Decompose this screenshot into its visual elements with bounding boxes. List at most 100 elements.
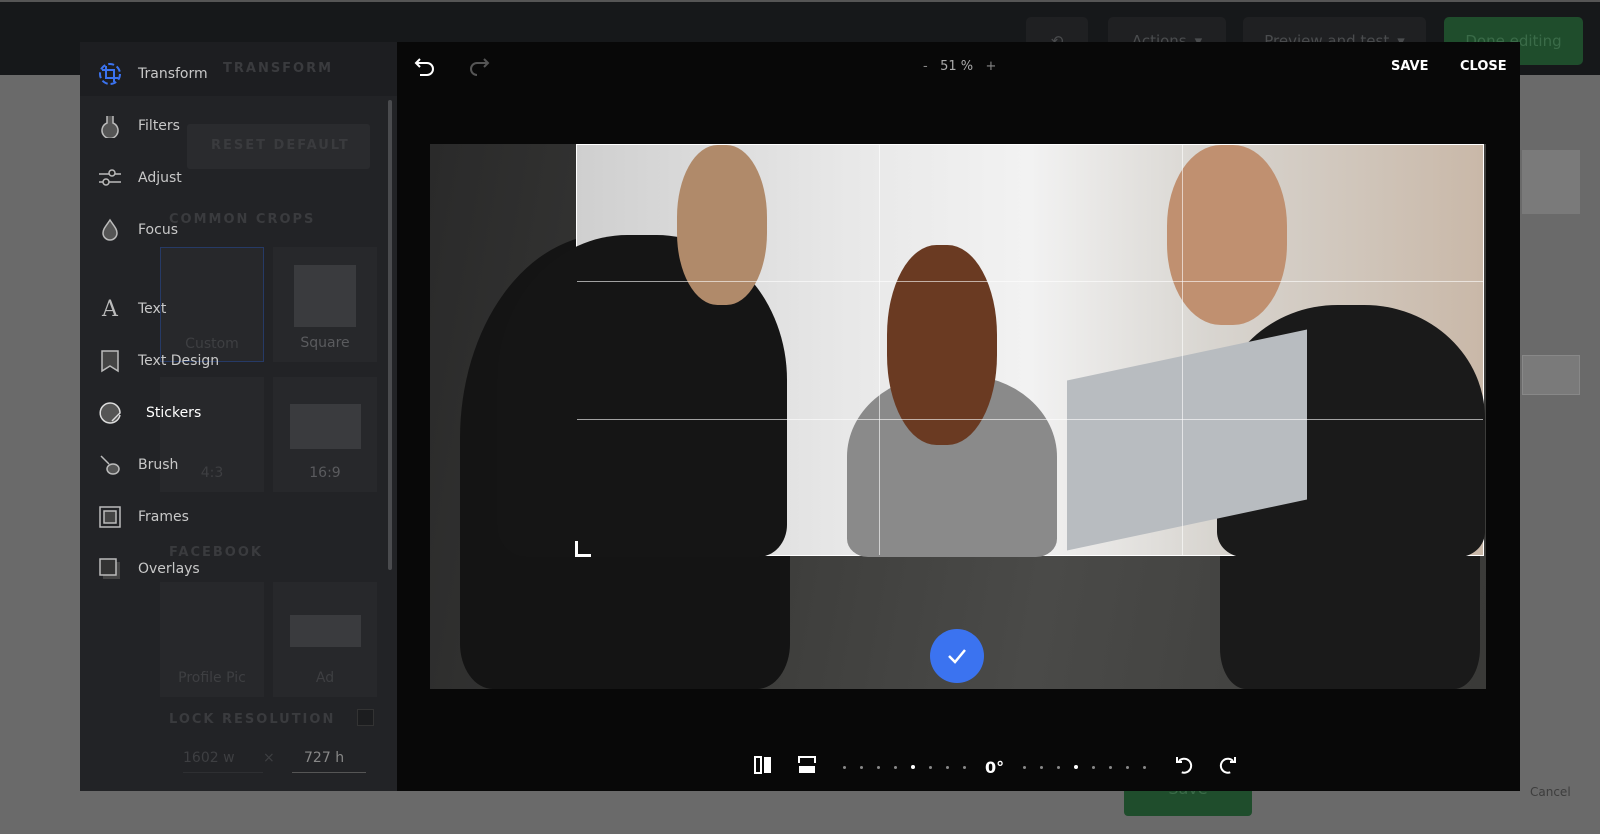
flip-horizontal-icon [754, 756, 771, 774]
tool-label: Frames [138, 509, 189, 525]
frame-icon [98, 505, 122, 529]
rotation-tick [1074, 765, 1079, 769]
crop-label: Ad [315, 670, 335, 686]
brush-icon [98, 453, 122, 477]
crop-custom[interactable]: Custom [160, 247, 264, 362]
tool-focus[interactable]: Focus [98, 215, 178, 245]
tool-brush[interactable]: Brush [98, 450, 178, 480]
redo-button[interactable] [468, 56, 490, 80]
rotate-right-icon [1220, 757, 1237, 774]
undo-button[interactable] [414, 56, 436, 80]
reset-label: RESET DEFAULT [211, 138, 350, 153]
height-unit: h [335, 750, 345, 766]
tool-label: Text [138, 301, 167, 317]
redo-icon [470, 58, 490, 76]
confirm-crop-button[interactable] [930, 629, 984, 683]
rotation-tick [1143, 765, 1147, 769]
lock-resolution-checkbox[interactable] [357, 709, 374, 726]
sidebar-scrollbar[interactable] [388, 100, 392, 570]
times-sign: × [263, 750, 275, 766]
tool-adjust[interactable]: Adjust [98, 163, 182, 193]
tool-text-design[interactable]: Text Design [98, 346, 219, 376]
image-editor: TRANSFORM RESET DEFAULT COMMON CROPS Cus… [80, 42, 1520, 791]
background-field [1522, 355, 1580, 395]
crop-label: 16:9 [309, 465, 341, 481]
tool-label: Brush [138, 457, 179, 473]
rotation-tick [1126, 765, 1130, 769]
ad-preview [290, 615, 361, 647]
rotation-tick [963, 765, 966, 769]
rotation-tick [1057, 765, 1061, 769]
zoom-out-button[interactable]: - [923, 59, 928, 74]
lock-resolution-label: LOCK RESOLUTION [169, 712, 336, 727]
rotation-tick [1109, 765, 1113, 769]
crop-handle[interactable] [575, 541, 591, 557]
crop-label: Profile Pic [178, 670, 246, 686]
rotation-tick [929, 765, 932, 769]
photo-region [887, 245, 997, 445]
panel-title: TRANSFORM [223, 61, 334, 76]
rotate-left-button[interactable] [1175, 755, 1195, 779]
tool-label: Overlays [138, 561, 200, 577]
tool-label: Adjust [138, 170, 182, 186]
rotation-tick [894, 765, 897, 769]
crop-profile-pic[interactable]: Profile Pic [160, 582, 264, 697]
tool-transform[interactable]: Transform [98, 59, 208, 89]
tool-label: Text Design [138, 353, 220, 369]
rotation-toolbar: 0° [754, 754, 1237, 780]
zoom-value: 51 % [940, 59, 974, 74]
sidebar: TRANSFORM RESET DEFAULT COMMON CROPS Cus… [80, 42, 397, 791]
crop-ad[interactable]: Ad [273, 582, 377, 697]
background-cancel-link[interactable]: Cancel [1530, 785, 1571, 799]
rotation-tick [843, 765, 846, 769]
sticker-icon [98, 401, 122, 425]
rotation-tick [946, 765, 949, 769]
tool-label: Filters [138, 118, 180, 134]
rotation-tick [1023, 765, 1027, 769]
crop-grid-line [1182, 145, 1183, 555]
image-canvas[interactable] [430, 144, 1486, 689]
crop-grid-line [577, 281, 1483, 282]
tool-label: Focus [138, 222, 178, 238]
overlay-icon [98, 557, 122, 581]
rotation-tick [1092, 765, 1096, 769]
check-icon [948, 649, 966, 664]
zoom-in-button[interactable]: + [986, 59, 997, 74]
width-unit: w [223, 750, 235, 766]
crop-area[interactable] [497, 144, 1485, 557]
close-button[interactable]: CLOSE [1460, 59, 1507, 74]
width-input[interactable]: 1602 w [183, 750, 263, 773]
crop-icon [98, 62, 122, 86]
rotation-slider[interactable]: 0° [836, 758, 1153, 777]
rotation-tick [860, 765, 863, 769]
flip-vertical-icon [798, 756, 816, 773]
tool-filters[interactable]: Filters [98, 111, 180, 141]
tool-overlays[interactable]: Overlays [98, 554, 200, 584]
tool-label: Transform [138, 66, 208, 82]
drop-icon [98, 218, 122, 242]
flask-icon [98, 114, 122, 138]
tool-stickers[interactable]: Stickers [98, 398, 201, 428]
text-icon: A [102, 296, 118, 322]
crop-16-9[interactable]: 16:9 [273, 377, 377, 492]
flip-vertical-button[interactable] [798, 756, 816, 778]
wide-preview [290, 404, 361, 449]
common-crops-heading: COMMON CROPS [169, 212, 316, 227]
crop-grid-line [577, 419, 1483, 420]
crop-square[interactable]: Square [273, 247, 377, 362]
flip-horizontal-button[interactable] [754, 756, 772, 778]
zoom-control: - 51 % + [923, 59, 996, 74]
rotation-angle: 0° [985, 757, 1005, 777]
reset-default-button[interactable]: RESET DEFAULT [187, 124, 370, 169]
undo-icon [414, 58, 434, 76]
tool-frames[interactable]: Frames [98, 502, 189, 532]
square-preview [294, 265, 356, 327]
rotation-tick [911, 765, 915, 769]
height-input[interactable]: 727 h [292, 750, 366, 773]
rotate-left-icon [1176, 757, 1193, 774]
rotate-right-button[interactable] [1217, 755, 1237, 779]
tool-text[interactable]: A Text [98, 294, 166, 324]
tool-label: Stickers [146, 405, 202, 421]
background-panel [1522, 150, 1580, 214]
save-button[interactable]: SAVE [1391, 59, 1428, 74]
